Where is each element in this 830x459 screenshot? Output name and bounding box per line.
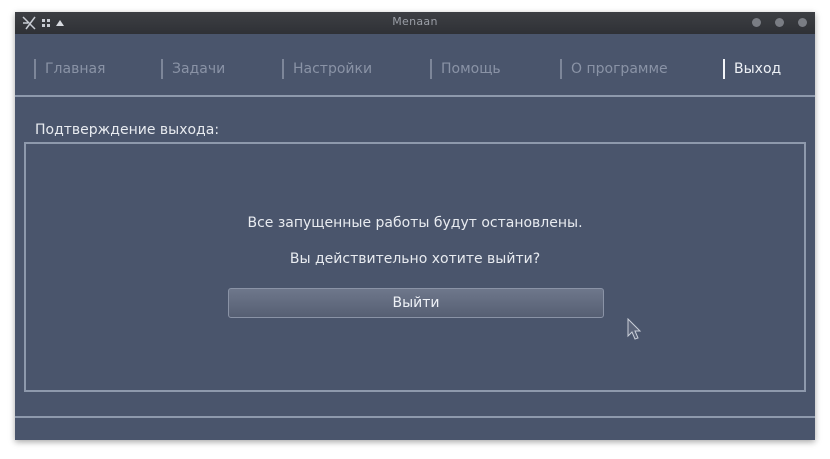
tab-settings[interactable]: Настройки <box>282 59 372 79</box>
tab-bar: Главная Задачи Настройки Помощь О програ… <box>15 34 815 96</box>
exit-warning-message: Все запущенные работы будут остановлены. <box>247 215 583 231</box>
exit-confirmation-panel: Все запущенные работы будут остановлены.… <box>24 142 806 392</box>
minimize-icon[interactable] <box>752 18 761 27</box>
window-controls <box>752 18 807 27</box>
footer-divider <box>15 416 815 418</box>
tab-exit[interactable]: Выход <box>723 59 781 79</box>
close-icon[interactable] <box>798 18 807 27</box>
tab-tasks[interactable]: Задачи <box>161 59 225 79</box>
app-window: Menaan Главная Задачи Настройки Помощь О… <box>15 12 815 440</box>
exit-button[interactable]: Выйти <box>228 288 604 318</box>
exit-section-label: Подтверждение выхода: <box>35 122 220 138</box>
tab-help[interactable]: Помощь <box>430 59 501 79</box>
window-title: Menaan <box>392 15 438 28</box>
tab-home[interactable]: Главная <box>34 59 105 79</box>
exit-confirm-question: Вы действительно хотите выйти? <box>289 251 541 267</box>
maximize-icon[interactable] <box>775 18 784 27</box>
title-bar: Menaan <box>15 12 815 34</box>
tab-divider <box>15 95 815 97</box>
mouse-pointer-icon <box>627 318 642 340</box>
tab-about[interactable]: О программе <box>560 59 668 79</box>
